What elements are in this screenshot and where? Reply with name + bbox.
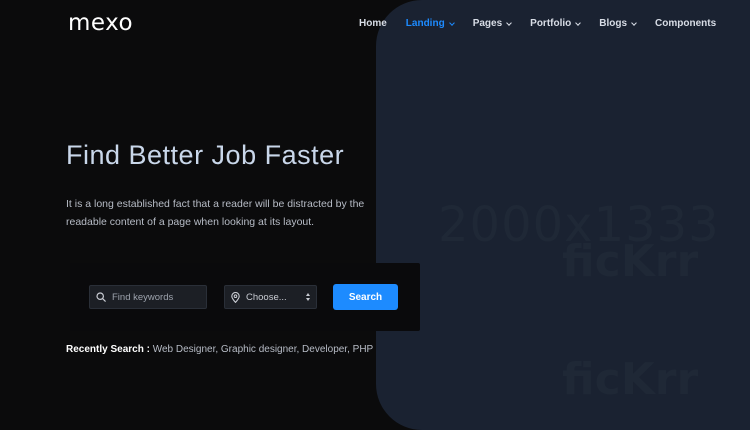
nav-item-landing[interactable]: Landing <box>405 18 455 29</box>
nav-item-label: Landing <box>405 18 445 29</box>
nav-item-label: Pages <box>472 18 503 29</box>
placeholder-brand-mark: ficKrr <box>562 354 699 405</box>
chevron-down-icon <box>448 19 455 26</box>
search-button[interactable]: Search <box>333 284 398 310</box>
map-pin-icon <box>231 291 240 303</box>
chevron-down-icon <box>575 19 582 26</box>
nav-item-portfolio[interactable]: Portfolio <box>530 18 582 29</box>
nav-item-components[interactable]: Components <box>655 18 716 29</box>
chevron-down-icon <box>506 19 512 26</box>
recent-searches-label: Recently Search : <box>66 344 150 355</box>
placeholder-brand-mark: ficKrr <box>562 236 699 287</box>
nav-item-label: Home <box>359 18 387 29</box>
recent-searches: Recently Search : Web Designer, Graphic … <box>66 344 373 355</box>
site-logo[interactable]: mexo <box>68 10 133 36</box>
nav-item-pages[interactable]: Pages <box>472 18 512 29</box>
location-select[interactable]: Choose... <box>224 285 317 309</box>
nav-item-blogs[interactable]: Blogs <box>599 18 637 29</box>
nav-item-label: Components <box>655 18 717 29</box>
keywords-field[interactable] <box>89 285 207 309</box>
job-search-form: Choose... Search <box>70 263 420 331</box>
chevron-down-icon <box>631 19 637 26</box>
hero-description: It is a long established fact that a rea… <box>66 198 365 228</box>
main-nav: Home Landing Pages Portfolio Blogs Compo… <box>359 18 716 29</box>
hero-image-placeholder: 2000x1333 ficKrr ficKrr <box>376 0 750 430</box>
select-arrows-icon <box>306 293 310 301</box>
hero-title: Find Better Job Faster <box>66 140 345 170</box>
keywords-input[interactable] <box>112 291 202 303</box>
nav-item-home[interactable]: Home <box>359 18 387 29</box>
nav-item-label: Blogs <box>599 18 628 29</box>
search-icon <box>96 292 106 302</box>
nav-item-label: Portfolio <box>530 18 572 29</box>
recent-searches-terms[interactable]: Web Designer, Graphic designer, Develope… <box>153 344 374 355</box>
location-select-value: Choose... <box>246 291 287 303</box>
